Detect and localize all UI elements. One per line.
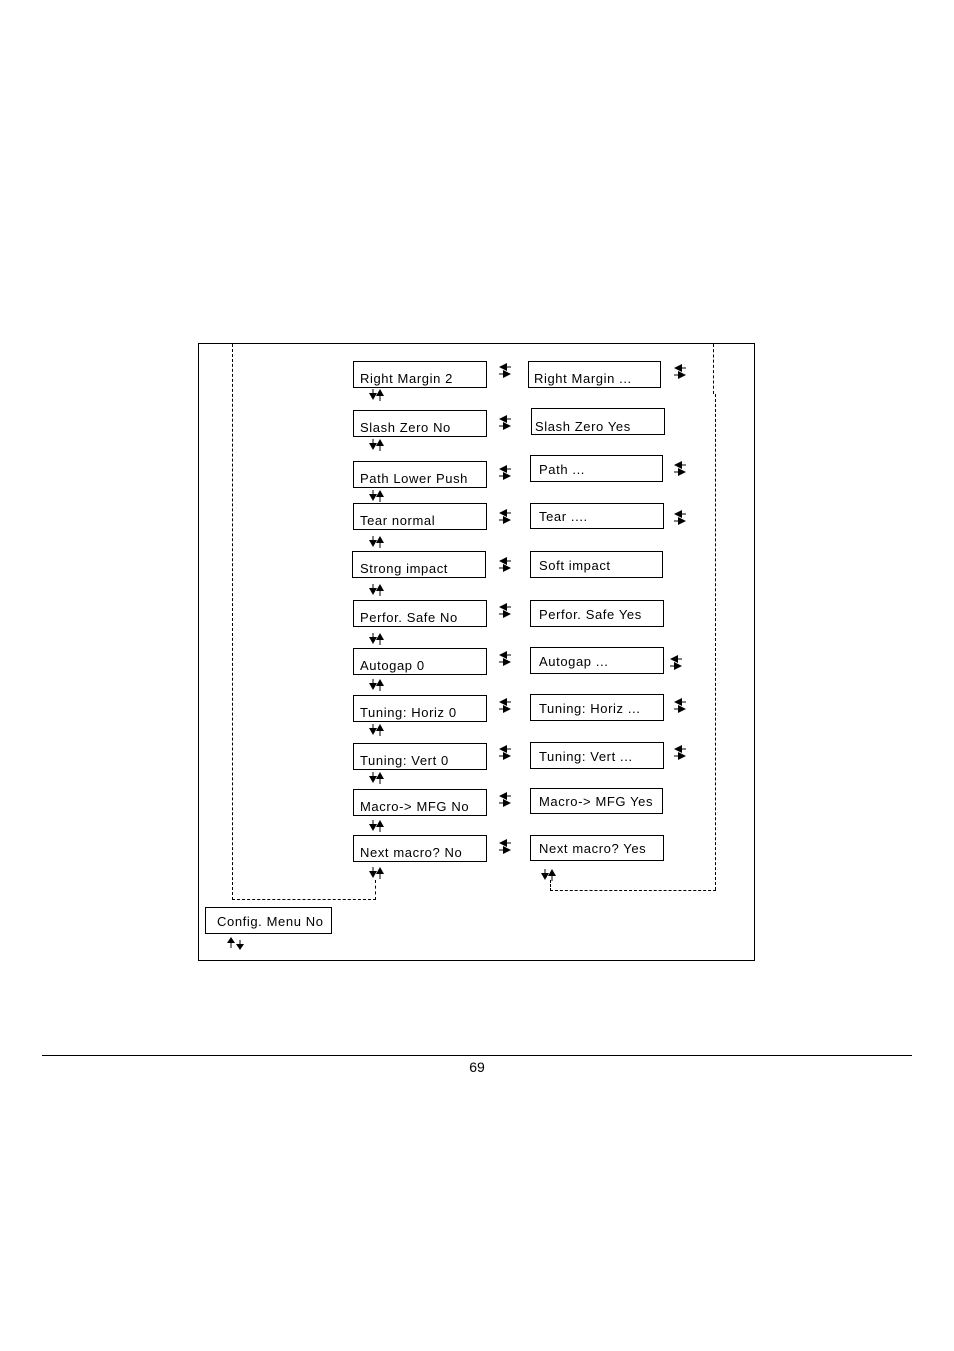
down-up-arrows-icon — [369, 490, 384, 502]
config-menu-box[interactable]: Config. Menu No — [205, 907, 332, 934]
option-label: Next macro? No — [360, 845, 463, 860]
option-tear-alt[interactable]: Tear .... — [530, 503, 664, 529]
option-slash-zero-yes[interactable]: Slash Zero Yes — [531, 408, 665, 435]
option-tuning-vert-alt[interactable]: Tuning: Vert ... — [530, 742, 664, 769]
left-right-toggle-arrows-icon — [674, 510, 686, 525]
option-right-margin-alt[interactable]: Right Margin ... — [528, 361, 661, 388]
left-right-toggle-arrows-icon — [674, 364, 686, 379]
option-autogap-alt[interactable]: Autogap ... — [530, 647, 664, 674]
option-next-macro-yes[interactable]: Next macro? Yes — [530, 835, 664, 861]
option-label: Tear normal — [360, 513, 436, 528]
right-return-line — [713, 344, 714, 394]
option-label: Perfor. Safe Yes — [539, 607, 642, 622]
left-right-toggle-arrows-icon — [674, 698, 686, 713]
down-up-arrows-icon — [369, 772, 384, 784]
footer-rule — [42, 1055, 912, 1056]
option-path-lower-push[interactable]: Path Lower Push — [353, 461, 487, 488]
down-up-arrows-icon — [369, 820, 384, 832]
option-label: Tear .... — [539, 509, 588, 524]
down-up-arrows-icon — [369, 724, 384, 736]
page-number: 69 — [469, 1059, 485, 1075]
down-up-arrows-icon — [369, 679, 384, 691]
option-label: Next macro? Yes — [539, 841, 647, 856]
left-right-toggle-arrows-icon — [499, 745, 511, 760]
option-label: Tuning: Horiz ... — [539, 701, 641, 716]
left-right-toggle-arrows-icon — [674, 461, 686, 476]
option-label: Path Lower Push — [360, 471, 469, 486]
option-perfor-safe-no[interactable]: Perfor. Safe No — [353, 600, 487, 627]
left-right-toggle-arrows-icon — [499, 792, 511, 807]
option-next-macro-no[interactable]: Next macro? No — [353, 835, 487, 862]
option-label: Autogap ... — [539, 654, 609, 669]
option-autogap-default[interactable]: Autogap 0 — [353, 648, 487, 675]
option-tuning-horiz-default[interactable]: Tuning: Horiz 0 — [353, 695, 487, 722]
option-strong-impact[interactable]: Strong impact — [352, 551, 486, 578]
option-label: Path ... — [539, 462, 585, 477]
option-label: Macro-> MFG No — [360, 799, 470, 814]
option-label: Right Margin ... — [534, 371, 632, 386]
left-right-toggle-arrows-icon — [499, 509, 511, 524]
option-label: Slash Zero No — [360, 420, 451, 435]
right-return-bottom-line — [550, 890, 716, 891]
left-return-line — [232, 344, 233, 900]
down-up-arrows-icon — [369, 584, 384, 596]
option-right-margin-default[interactable]: Right Margin 2 — [353, 361, 487, 388]
left-right-toggle-arrows-icon — [499, 363, 511, 378]
left-right-toggle-arrows-icon — [499, 839, 511, 854]
option-tear-normal[interactable]: Tear normal — [353, 503, 487, 530]
left-right-toggle-arrows-icon — [499, 651, 511, 666]
option-label: Strong impact — [360, 561, 449, 576]
option-slash-zero-no[interactable]: Slash Zero No — [353, 410, 487, 437]
left-right-toggle-arrows-icon — [499, 465, 511, 480]
down-up-arrows-icon — [541, 869, 556, 881]
left-right-toggle-arrows-icon — [499, 415, 511, 430]
option-path-alt[interactable]: Path ... — [530, 455, 663, 482]
option-macro-mfg-yes[interactable]: Macro-> MFG Yes — [530, 788, 663, 814]
option-label: Autogap 0 — [360, 658, 425, 673]
option-label: Perfor. Safe No — [360, 610, 458, 625]
option-label: Right Margin 2 — [360, 371, 453, 386]
up-down-arrows-icon — [227, 937, 244, 950]
down-up-arrows-icon — [369, 633, 384, 645]
config-menu-label: Config. Menu No — [217, 914, 324, 929]
option-label: Macro-> MFG Yes — [539, 794, 654, 809]
option-label: Tuning: Vert 0 — [360, 753, 449, 768]
down-up-arrows-icon — [369, 867, 384, 879]
option-label: Soft impact — [539, 558, 611, 573]
option-tuning-horiz-alt[interactable]: Tuning: Horiz ... — [530, 694, 664, 721]
option-tuning-vert-default[interactable]: Tuning: Vert 0 — [353, 743, 487, 770]
left-right-toggle-arrows-icon — [499, 698, 511, 713]
down-up-arrows-icon — [369, 536, 384, 548]
down-up-arrows-icon — [369, 389, 384, 401]
option-soft-impact[interactable]: Soft impact — [530, 551, 663, 578]
down-up-arrows-icon — [369, 439, 384, 451]
left-right-toggle-arrows-icon — [674, 745, 686, 760]
right-return-line-lower — [715, 394, 716, 890]
left-right-toggle-arrows-icon — [499, 603, 511, 618]
option-perfor-safe-yes[interactable]: Perfor. Safe Yes — [530, 600, 664, 627]
left-right-toggle-arrows-icon — [499, 557, 511, 572]
option-label: Slash Zero Yes — [535, 419, 631, 434]
option-label: Tuning: Vert ... — [539, 749, 633, 764]
left-return-connector — [375, 880, 376, 900]
left-right-toggle-arrows-icon — [670, 655, 682, 670]
option-macro-mfg-no[interactable]: Macro-> MFG No — [353, 789, 487, 816]
left-return-bottom-line — [232, 899, 376, 900]
option-label: Tuning: Horiz 0 — [360, 705, 457, 720]
